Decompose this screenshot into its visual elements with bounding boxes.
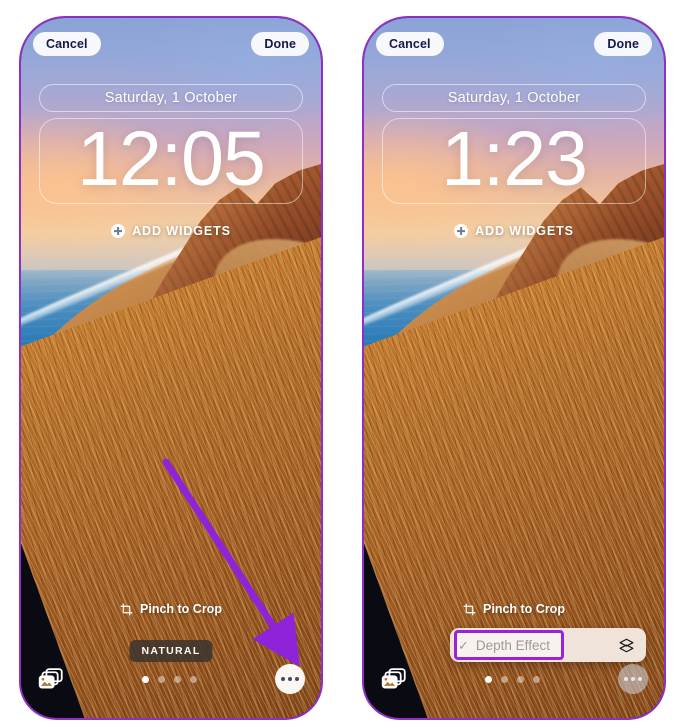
page-dot-4[interactable] [190, 675, 197, 683]
add-widgets-label: ADD WIDGETS [475, 224, 574, 238]
depth-effect-menu-item[interactable]: ✓ Depth Effect [450, 628, 646, 662]
depth-effect-context-menu: ✓ Depth Effect [450, 628, 646, 662]
bottom-bar-left [37, 662, 305, 696]
done-button[interactable]: Done [251, 32, 309, 56]
ellipsis-dot-1 [624, 677, 628, 681]
page-dot-2[interactable] [501, 675, 508, 683]
plus-icon [111, 224, 126, 238]
add-widgets-button[interactable]: ADD WIDGETS [382, 216, 646, 246]
date-widget-slot[interactable]: Saturday, 1 October [382, 84, 646, 112]
bottom-bar-right [380, 662, 648, 696]
done-button[interactable]: Done [594, 32, 652, 56]
ellipsis-dot-2 [631, 677, 635, 681]
date-label: Saturday, 1 October [104, 90, 238, 106]
phone-panel-left: Cancel Done Saturday, 1 October 12:05 AD… [0, 0, 341, 723]
cancel-button[interactable]: Cancel [376, 32, 444, 56]
depth-effect-left-group: ✓ Depth Effect [458, 638, 550, 653]
page-dot-1[interactable] [142, 675, 149, 683]
phone-frame-left: Cancel Done Saturday, 1 October 12:05 AD… [21, 18, 321, 718]
page-dot-4[interactable] [533, 675, 540, 683]
depth-effect-label: Depth Effect [475, 637, 550, 653]
lockscreen-chrome-right: Cancel Done Saturday, 1 October 1:23 ADD… [364, 18, 664, 718]
crop-icon [463, 602, 476, 616]
page-dot-3[interactable] [174, 675, 181, 683]
photo-stack-icon[interactable] [380, 667, 407, 691]
page-dot-1[interactable] [485, 675, 492, 683]
style-badge: NATURAL [129, 640, 213, 662]
screenshot-stage: Cancel Done Saturday, 1 October 12:05 AD… [0, 0, 684, 723]
phone-panel-right: Cancel Done Saturday, 1 October 1:23 ADD… [343, 0, 684, 723]
pinch-to-crop-label: Pinch to Crop [140, 602, 222, 616]
photo-stack-icon[interactable] [37, 667, 64, 691]
cancel-button[interactable]: Cancel [33, 32, 101, 56]
add-widgets-button[interactable]: ADD WIDGETS [39, 216, 303, 246]
add-widgets-label: ADD WIDGETS [132, 224, 231, 238]
phone-frame-right: Cancel Done Saturday, 1 October 1:23 ADD… [364, 18, 664, 718]
page-dot-2[interactable] [158, 675, 165, 683]
clock-time: 1:23 [441, 118, 588, 202]
page-dot-3[interactable] [517, 675, 524, 683]
lockscreen-chrome-left: Cancel Done Saturday, 1 October 12:05 AD… [21, 18, 321, 718]
more-options-button[interactable] [275, 664, 305, 694]
clock-widget-slot[interactable]: 12:05 [39, 118, 303, 204]
clock-time: 12:05 [77, 118, 266, 202]
top-bar-left: Cancel Done [33, 32, 309, 56]
ellipsis-dot-3 [295, 677, 299, 681]
more-options-button[interactable] [618, 664, 648, 694]
checkmark-icon: ✓ [458, 637, 469, 653]
pinch-to-crop-hint: Pinch to Crop [364, 602, 664, 616]
page-dots[interactable] [485, 675, 540, 683]
ellipsis-dot-3 [638, 677, 642, 681]
top-bar-right: Cancel Done [376, 32, 652, 56]
date-widget-slot[interactable]: Saturday, 1 October [39, 84, 303, 112]
ellipsis-dot-2 [288, 677, 292, 681]
pinch-to-crop-label: Pinch to Crop [483, 602, 565, 616]
crop-icon [120, 602, 133, 616]
layers-icon [619, 638, 634, 652]
ellipsis-dot-1 [281, 677, 285, 681]
date-label: Saturday, 1 October [447, 90, 581, 106]
pinch-to-crop-hint: Pinch to Crop [21, 602, 321, 616]
plus-icon [454, 224, 469, 238]
page-dots[interactable] [142, 675, 197, 683]
clock-widget-slot[interactable]: 1:23 [382, 118, 646, 204]
